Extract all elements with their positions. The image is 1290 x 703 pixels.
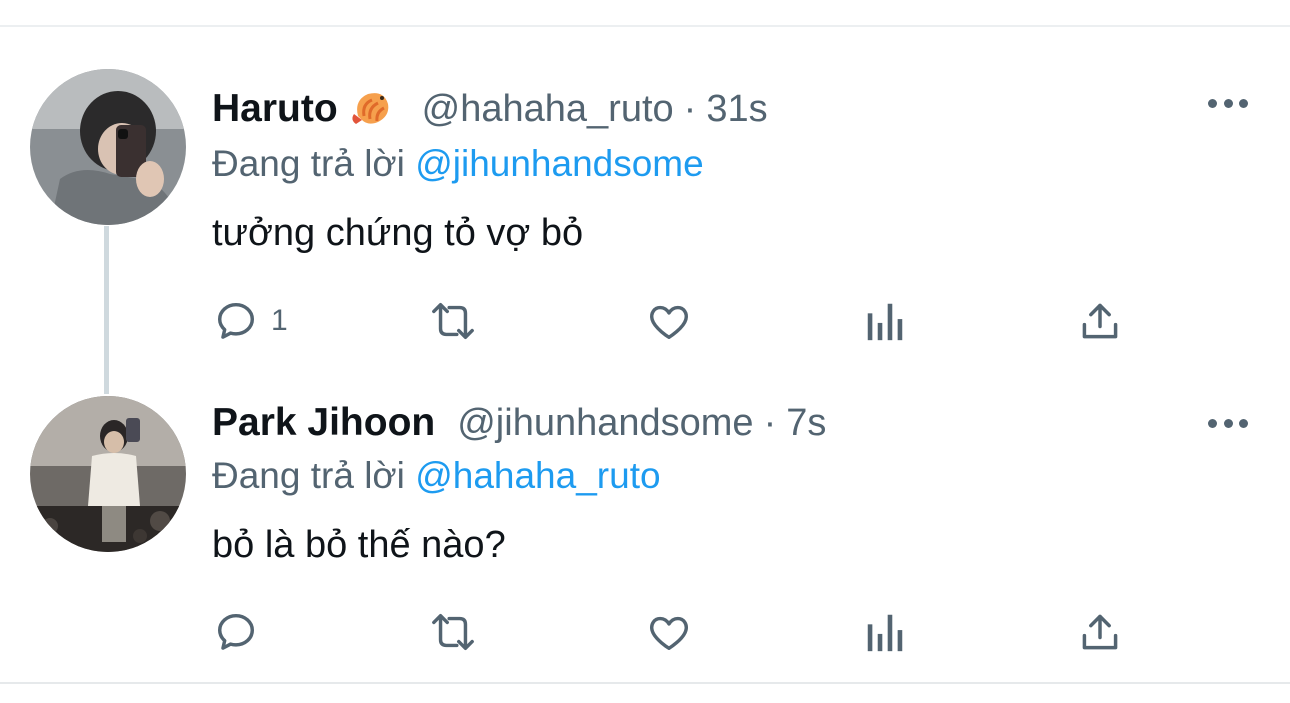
separator-dot: ·: [763, 401, 777, 444]
analytics-icon: [867, 303, 903, 341]
like-button[interactable]: [645, 296, 693, 346]
user-handle[interactable]: @hahaha_ruto: [422, 88, 674, 131]
retweet-button[interactable]: [426, 296, 480, 346]
user-handle[interactable]: @jihunhandsome: [457, 402, 753, 445]
reply-button[interactable]: [213, 607, 271, 657]
share-icon: [1082, 303, 1118, 339]
share-button[interactable]: [1078, 607, 1122, 657]
analytics-icon: [867, 614, 903, 652]
replying-prefix: Đang trả lời: [212, 143, 405, 184]
reply-icon: [217, 613, 255, 650]
like-button[interactable]: [645, 607, 693, 657]
tweet-header: Haruto @hahaha_ruto · 31s: [212, 84, 768, 134]
more-icon[interactable]: [1208, 417, 1248, 429]
action-bar: 1: [0, 296, 1290, 346]
share-icon: [1082, 614, 1118, 650]
replying-mention-link[interactable]: @hahaha_ruto: [415, 455, 660, 496]
bottom-divider: [0, 682, 1290, 684]
more-icon[interactable]: [1208, 97, 1248, 109]
retweet-button[interactable]: [426, 607, 480, 657]
reply-icon: [217, 302, 255, 339]
separator-dot: ·: [683, 87, 697, 130]
replying-mention-link[interactable]: @jihunhandsome: [415, 143, 704, 184]
analytics-button[interactable]: [864, 607, 906, 657]
replying-prefix: Đang trả lời: [212, 455, 405, 496]
tweet-text: tưởng chứng tỏ vợ bỏ: [212, 212, 584, 254]
like-icon: [650, 305, 688, 340]
display-name[interactable]: Haruto: [212, 87, 338, 131]
display-name[interactable]: Park Jihoon: [212, 401, 435, 445]
reply-button[interactable]: 1: [213, 296, 288, 346]
reply-count: 1: [271, 304, 288, 337]
replying-to-line: Đang trả lời @hahaha_ruto: [212, 455, 661, 497]
avatar-haruto[interactable]: [30, 69, 186, 225]
share-button[interactable]: [1078, 296, 1122, 346]
replying-to-line: Đang trả lời @jihunhandsome: [212, 143, 704, 185]
top-divider: [0, 25, 1290, 27]
like-icon: [650, 616, 688, 651]
tweet-text: bỏ là bỏ thế nào?: [212, 524, 506, 566]
timestamp[interactable]: 31s: [706, 88, 767, 131]
shrimp-emoji-icon: [350, 86, 392, 133]
tweet-header: Park Jihoon @jihunhandsome · 7s: [212, 398, 826, 448]
action-bar: [0, 607, 1290, 657]
avatar-park-jihoon[interactable]: [30, 396, 186, 552]
timestamp[interactable]: 7s: [786, 402, 826, 445]
retweet-icon: [432, 613, 474, 651]
retweet-icon: [432, 302, 474, 340]
analytics-button[interactable]: [864, 296, 906, 346]
